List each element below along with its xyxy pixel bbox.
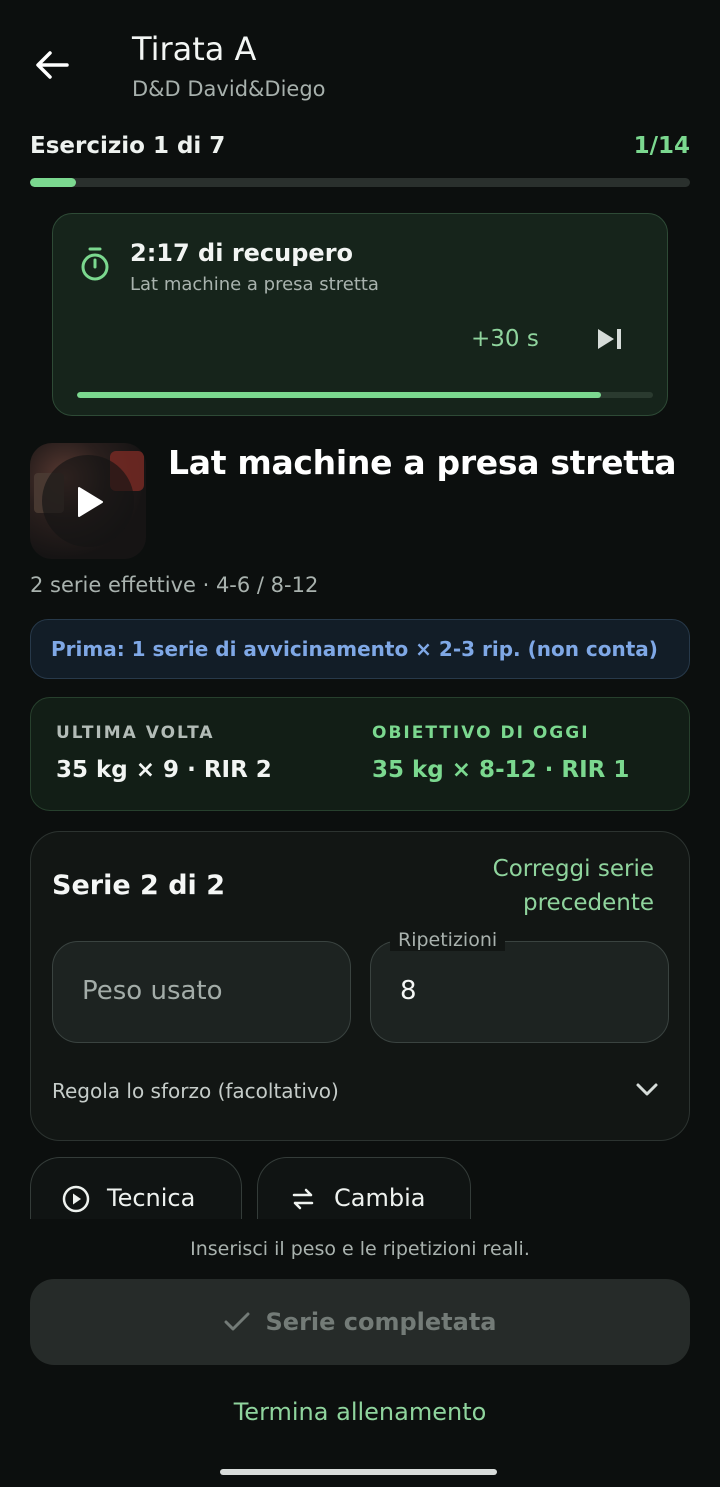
complete-set-button[interactable]: Serie completata [30,1279,690,1365]
workout-progress-fill [30,178,77,187]
effort-expander[interactable]: Regola lo sforzo (facoltativo) [52,1079,339,1103]
swap-chip-label: Cambia [334,1184,426,1212]
exercise-progress-label: Esercizio 1 di 7 [30,133,226,159]
page-title: Tirata A [132,30,257,68]
skip-next-icon[interactable] [595,326,625,352]
exercise-video-thumbnail[interactable] [30,443,146,559]
rest-timer-card: 2:17 di recupero Lat machine a presa str… [52,213,668,416]
workout-progress-bar [30,178,690,187]
exercise-progress-counter: 1/14 [633,133,690,159]
stopwatch-icon [81,247,109,281]
fix-previous-line-2: precedente [523,890,654,916]
page-subtitle: D&D David&Diego [132,77,326,101]
fix-previous-line-1: Correggi serie [492,856,654,882]
rest-timer-progress [77,392,653,398]
previous-vs-goal-card: ULTIMA VOLTA 35 kg × 9 · RIR 2 OBIETTIVO… [30,697,690,811]
reps-label: Ripetizioni [390,929,506,951]
play-circle-icon [62,1185,90,1213]
complete-set-label: Serie completata [265,1308,497,1336]
exercise-meta: 2 serie effettive · 4-6 / 8-12 [30,573,319,597]
exercise-name: Lat machine a presa stretta [168,443,677,482]
warmup-note-text: Prima: 1 serie di avvicinamento × 2-3 ri… [51,637,658,661]
rest-timer-title: 2:17 di recupero [130,239,354,267]
warmup-note: Prima: 1 serie di avvicinamento × 2-3 ri… [30,619,690,679]
last-time-label: ULTIMA VOLTA [56,723,215,743]
today-goal-label: OBIETTIVO DI OGGI [372,723,590,743]
arrow-left-icon [36,51,69,79]
last-time-value: 35 kg × 9 · RIR 2 [56,757,272,783]
set-title: Serie 2 di 2 [52,870,225,901]
weight-input[interactable]: Peso usato [52,941,351,1043]
chevron-down-icon[interactable] [635,1082,659,1098]
end-workout-button[interactable]: Termina allenamento [0,1398,720,1426]
fix-previous-set-link[interactable]: Correggi serie precedente [404,852,654,920]
rest-timer-exercise: Lat machine a presa stretta [130,274,379,295]
technique-chip-label: Tecnica [107,1184,196,1212]
check-icon [224,1312,249,1331]
home-indicator[interactable] [220,1469,497,1475]
back-button[interactable] [22,40,82,90]
today-goal-value: 35 kg × 8-12 · RIR 1 [372,757,630,783]
input-hint: Inserisci il peso e le ripetizioni reali… [190,1238,530,1260]
add-30s-button[interactable]: +30 s [471,326,539,352]
play-icon [78,487,103,517]
reps-input[interactable]: 8 [370,941,669,1043]
reps-value: 8 [400,976,417,1006]
rest-timer-progress-fill [77,392,602,398]
weight-placeholder: Peso usato [82,976,223,1006]
set-entry-card: Serie 2 di 2 Correggi serie precedente P… [30,831,690,1141]
swap-icon [292,1188,314,1210]
